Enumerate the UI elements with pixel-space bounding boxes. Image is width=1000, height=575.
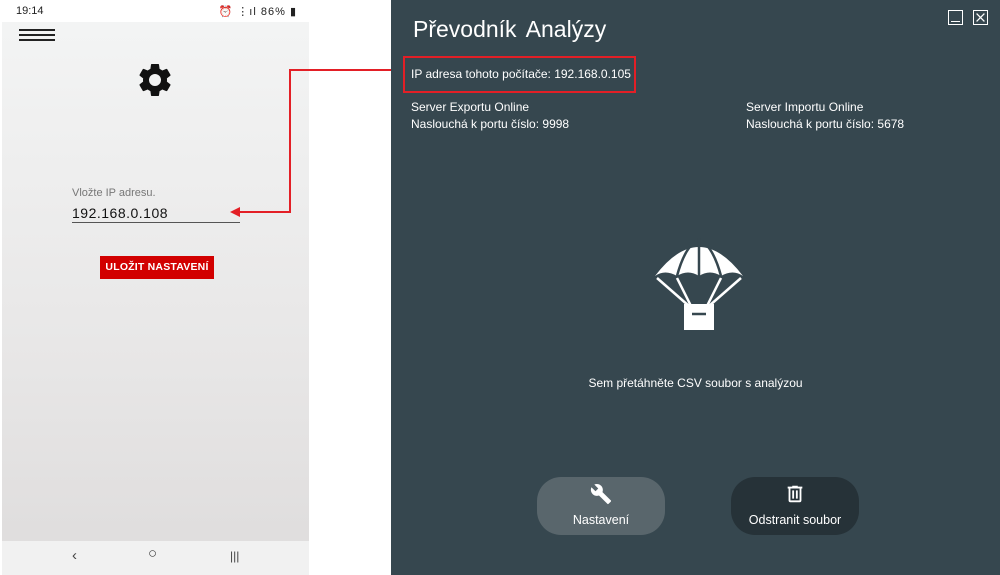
menu-icon[interactable] <box>19 29 55 43</box>
ip-field-label: Vložte IP adresu. <box>72 187 156 199</box>
save-settings-button[interactable]: ULOŽIT NASTAVENÍ <box>100 256 214 279</box>
close-icon[interactable] <box>973 10 988 25</box>
home-button[interactable]: ○ <box>148 545 157 562</box>
signal-icon: ⋮ıl <box>237 6 257 18</box>
drop-zone-hint: Sem přetáhněte CSV soubor s analýzou <box>588 376 803 390</box>
minimize-icon[interactable] <box>948 10 963 25</box>
back-button[interactable]: ‹ <box>72 547 77 564</box>
status-bar: 19:14 ⏰ ⋮ıl 86% ▮ <box>2 0 309 22</box>
settings-button-label: Nastavení <box>572 513 630 527</box>
recents-button[interactable]: ||| <box>230 549 239 563</box>
import-server-port: Naslouchá k portu číslo: 5678 <box>746 117 905 131</box>
local-ip-text: IP adresa tohoto počítače: 192.168.0.105 <box>411 67 631 81</box>
export-server-port: Naslouchá k portu číslo: 9998 <box>411 117 570 131</box>
android-nav-bar: ‹ ○ ||| <box>2 541 309 575</box>
converter-window: Převodník Analýzy IP adresa tohoto počít… <box>391 0 1000 575</box>
battery-level: 86% <box>260 6 286 18</box>
settings-button[interactable]: Nastavení <box>537 477 665 535</box>
battery-icon: ▮ <box>289 6 297 18</box>
parachute-icon[interactable] <box>651 236 747 332</box>
trash-icon <box>787 485 803 503</box>
delete-file-button[interactable]: Odstranit soubor <box>731 477 859 535</box>
status-icons: ⏰ ⋮ıl 86% ▮ <box>219 5 297 18</box>
export-server-status: Server Exportu Online Naslouchá k portu … <box>411 99 569 133</box>
phone-screen: 19:14 ⏰ ⋮ıl 86% ▮ Vložte IP adresu. 192.… <box>2 0 309 575</box>
import-server-state: Server Importu Online <box>746 100 864 114</box>
gear-icon <box>139 63 171 96</box>
wrench-icon <box>590 484 612 505</box>
ip-input-underline <box>72 222 240 223</box>
ip-input[interactable]: 192.168.0.108 <box>72 205 168 221</box>
window-title: Převodník Analýzy <box>413 16 607 42</box>
export-server-state: Server Exportu Online <box>411 100 530 114</box>
status-time: 19:14 <box>16 5 44 17</box>
delete-file-button-label: Odstranit soubor <box>748 513 842 527</box>
alarm-icon: ⏰ <box>218 6 234 18</box>
import-server-status: Server Importu Online Naslouchá k portu … <box>746 99 904 133</box>
